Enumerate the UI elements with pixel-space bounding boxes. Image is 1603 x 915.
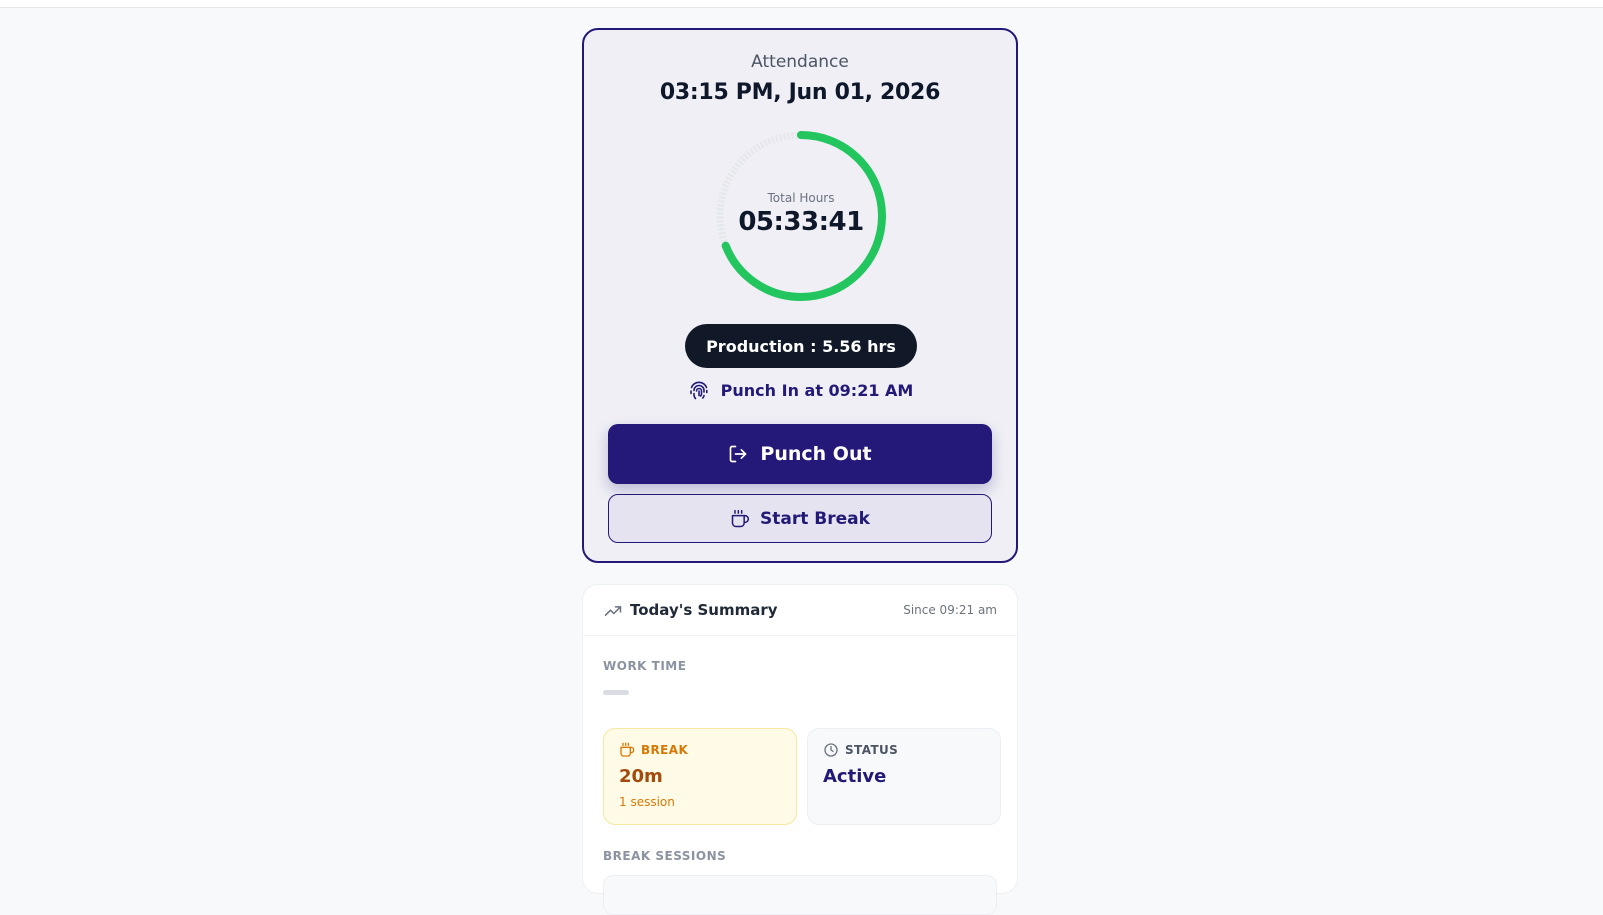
coffee-cup-icon xyxy=(730,509,750,529)
trending-up-icon xyxy=(603,601,623,621)
card-title: Attendance xyxy=(751,52,849,72)
start-break-button[interactable]: Start Break xyxy=(608,494,992,543)
production-badge: Production : 5.56 hrs xyxy=(685,324,917,368)
summary-header: Today's Summary Since 09:21 am xyxy=(583,585,1017,636)
punch-out-button[interactable]: Punch Out xyxy=(608,424,992,484)
status-tile: STATUS Active xyxy=(807,728,1001,825)
summary-since: Since 09:21 am xyxy=(903,603,997,617)
top-bar xyxy=(0,0,1603,8)
fingerprint-icon xyxy=(687,378,711,402)
summary-title: Today's Summary xyxy=(630,601,778,619)
break-tile-value: 20m xyxy=(619,766,663,787)
attendance-card: Attendance 03:15 PM, Jun 01, 2026 Total … xyxy=(582,28,1018,563)
total-hours-value: 05:33:41 xyxy=(738,207,864,237)
punch-out-label: Punch Out xyxy=(760,443,872,465)
current-datetime: 03:15 PM, Jun 01, 2026 xyxy=(659,80,941,105)
punch-in-text: Punch In at 09:21 AM xyxy=(720,380,914,400)
total-hours-ring: Total Hours 05:33:41 xyxy=(714,129,888,303)
work-time-label: WORK TIME xyxy=(603,659,687,673)
break-tile: BREAK 20m 1 session xyxy=(603,728,797,825)
total-hours-caption: Total Hours xyxy=(767,191,835,205)
todays-summary-card: Today's Summary Since 09:21 am WORK TIME… xyxy=(582,584,1018,915)
punch-in-info: Punch In at 09:21 AM xyxy=(584,375,1016,405)
status-tile-label: STATUS xyxy=(845,743,899,757)
status-tile-value: Active xyxy=(823,766,887,787)
start-break-label: Start Break xyxy=(760,508,870,529)
break-session-row xyxy=(603,875,997,915)
work-time-placeholder-bar xyxy=(603,690,629,695)
break-tile-sub: 1 session xyxy=(619,795,675,809)
break-tile-label: BREAK xyxy=(641,743,689,757)
coffee-cup-icon xyxy=(619,742,635,758)
break-sessions-label: BREAK SESSIONS xyxy=(603,849,727,863)
status-tile-head: STATUS xyxy=(823,742,898,758)
break-tile-head: BREAK xyxy=(619,742,688,758)
clock-icon xyxy=(823,742,839,758)
logout-icon xyxy=(728,444,748,464)
